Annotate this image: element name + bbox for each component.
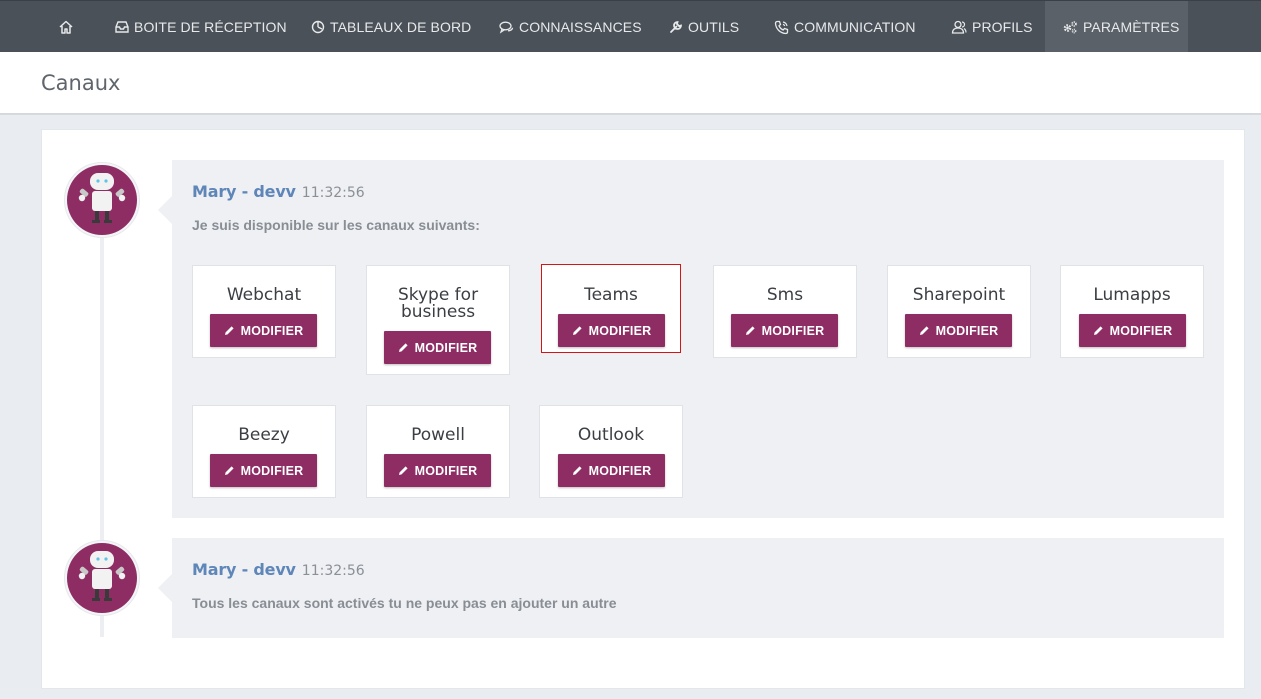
modify-button[interactable]: MODIFIER	[210, 314, 317, 347]
bot-avatar	[64, 540, 140, 616]
modify-button[interactable]: MODIFIER	[384, 454, 491, 487]
nav-home[interactable]	[50, 1, 86, 53]
gears-icon	[1063, 21, 1077, 34]
nav-profiles-label: PROFILS	[972, 19, 1033, 35]
modify-button-label: MODIFIER	[1109, 323, 1173, 338]
pencil-icon	[224, 326, 234, 335]
channel-card-beezy: Beezy MODIFIER	[192, 405, 336, 498]
modify-button-label: MODIFIER	[414, 340, 478, 355]
chat-icon	[499, 21, 514, 34]
modify-button-label: MODIFIER	[588, 463, 652, 478]
pencil-icon	[919, 326, 929, 335]
nav-dashboards-label: TABLEAUX DE BORD	[330, 19, 472, 35]
pencil-icon	[224, 466, 234, 475]
nav-tools[interactable]: OUTILS	[669, 1, 739, 53]
message-time: 11:32:56	[301, 185, 365, 201]
robot-icon	[78, 551, 126, 601]
message-header: Mary - devv 11:32:56	[192, 560, 365, 580]
pencil-icon	[572, 466, 582, 475]
nav-communication-label: COMMUNICATION	[794, 19, 916, 35]
channel-name: Lumapps	[1093, 285, 1171, 305]
users-icon	[951, 20, 967, 34]
pencil-icon	[745, 326, 755, 335]
modify-button-label: MODIFIER	[414, 463, 478, 478]
channel-name: Skype for business	[397, 285, 479, 322]
channel-card-webchat: Webchat MODIFIER	[192, 265, 336, 358]
pencil-icon	[1093, 326, 1103, 335]
channel-card-powell: Powell MODIFIER	[366, 405, 510, 498]
bot-avatar	[64, 162, 140, 238]
channel-name: Sharepoint	[912, 285, 1006, 305]
pencil-icon	[398, 466, 408, 475]
nav-inbox-label: BOITE DE RÉCEPTION	[134, 19, 287, 35]
message-bubble: Mary - devv 11:32:56 Tous les canaux sont…	[158, 538, 1224, 638]
pencil-icon	[572, 326, 582, 335]
page-title: Canaux	[41, 71, 121, 95]
nav-profiles[interactable]: PROFILS	[951, 1, 1033, 53]
modify-button[interactable]: MODIFIER	[558, 454, 665, 487]
nav-knowledge-label: CONNAISSANCES	[519, 19, 642, 35]
wrench-icon	[670, 21, 682, 33]
nav-knowledge[interactable]: CONNAISSANCES	[499, 1, 642, 53]
channel-card-skype: Skype for business MODIFIER	[366, 265, 510, 375]
top-navigation: BOITE DE RÉCEPTION TABLEAUX DE BORD CONN…	[0, 0, 1261, 53]
channel-card-teams: Teams MODIFIER	[541, 264, 681, 353]
channel-name: Powell	[411, 425, 465, 445]
channel-name: Webchat	[226, 285, 302, 305]
modify-button[interactable]: MODIFIER	[210, 454, 317, 487]
modify-button-label: MODIFIER	[761, 323, 825, 338]
nav-inbox[interactable]: BOITE DE RÉCEPTION	[115, 1, 287, 53]
message-time: 11:32:56	[301, 563, 365, 579]
message-author[interactable]: Mary - devv	[192, 560, 296, 579]
modify-button-label: MODIFIER	[240, 323, 304, 338]
modify-button[interactable]: MODIFIER	[905, 314, 1012, 347]
channel-card-sms: Sms MODIFIER	[713, 265, 857, 358]
nav-dashboards[interactable]: TABLEAUX DE BORD	[311, 1, 471, 53]
channel-card-sharepoint: Sharepoint MODIFIER	[887, 265, 1031, 358]
page-header: Canaux	[0, 52, 1261, 115]
message-text: Je suis disponible sur les canaux suivan…	[192, 217, 480, 233]
inbox-icon	[115, 21, 129, 33]
nav-tools-label: OUTILS	[688, 19, 740, 35]
channel-card-lumapps: Lumapps MODIFIER	[1060, 265, 1204, 358]
robot-icon	[78, 173, 126, 223]
pencil-icon	[398, 343, 408, 352]
channel-name: Beezy	[238, 425, 290, 445]
channel-card-outlook: Outlook MODIFIER	[539, 405, 683, 498]
modify-button-label: MODIFIER	[588, 323, 652, 338]
modify-button[interactable]: MODIFIER	[384, 331, 491, 364]
modify-button[interactable]: MODIFIER	[558, 314, 665, 347]
modify-button-label: MODIFIER	[935, 323, 999, 338]
home-icon	[58, 20, 73, 34]
channel-name: Outlook	[577, 425, 645, 445]
channel-name: Sms	[766, 285, 804, 305]
nav-settings[interactable]: PARAMÈTRES	[1045, 1, 1188, 53]
message-author[interactable]: Mary - devv	[192, 182, 296, 201]
modify-button-label: MODIFIER	[240, 463, 304, 478]
dashboard-icon	[311, 20, 325, 34]
phone-icon	[774, 20, 789, 34]
modify-button[interactable]: MODIFIER	[1079, 314, 1186, 347]
modify-button[interactable]: MODIFIER	[731, 314, 838, 347]
message-header: Mary - devv 11:32:56	[192, 182, 365, 202]
nav-settings-label: PARAMÈTRES	[1083, 19, 1180, 35]
message-text: Tous les canaux sont activés tu ne peux …	[192, 595, 617, 611]
nav-communication[interactable]: COMMUNICATION	[774, 1, 916, 53]
channel-name: Teams	[584, 285, 638, 305]
